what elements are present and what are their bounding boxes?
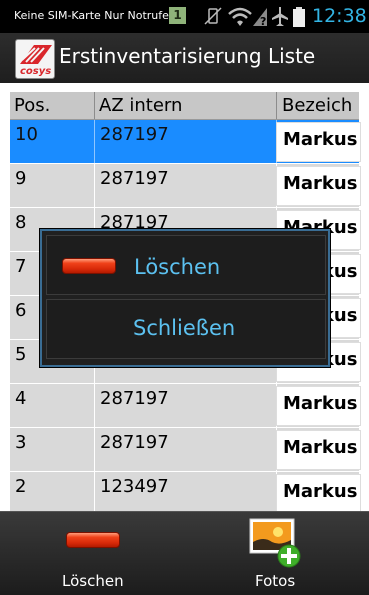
dialog-close-label: Schließen: [133, 316, 236, 340]
table-row[interactable]: 2 123497 Markus: [10, 472, 361, 511]
airplane-mode-icon: [272, 7, 288, 26]
table-row[interactable]: 4 287197 Markus: [10, 384, 361, 428]
column-divider: [94, 164, 95, 207]
cell-pos: 9: [15, 168, 27, 189]
carrier-text: Keine SIM-Karte Nur Notrufe: [14, 9, 169, 22]
vibrate-off-icon: [204, 7, 222, 25]
delete-bar-icon: [66, 532, 120, 548]
cell-pos: 3: [15, 432, 27, 453]
table-row[interactable]: 10 287197 Markus: [10, 120, 361, 164]
cell-az-intern: 287197: [100, 432, 169, 453]
table-row[interactable]: 9 287197 Markus: [10, 164, 361, 208]
clock-text: 12:38: [312, 5, 367, 27]
cell-pos: 5: [15, 344, 27, 365]
app-logo-icon[interactable]: cosys: [15, 39, 55, 79]
column-header-bezeichnung[interactable]: Bezeich: [282, 95, 352, 116]
table-header: Pos. AZ intern Bezeich: [10, 92, 359, 120]
column-divider: [94, 384, 95, 427]
battery-icon: [293, 7, 305, 27]
signal-unknown-icon: ?: [253, 8, 267, 28]
cell-bezeichnung: Markus: [276, 122, 361, 162]
bottom-action-bar: Löschen Fotos: [0, 511, 369, 595]
cell-pos: 8: [15, 212, 27, 233]
delete-button-label: Löschen: [62, 572, 124, 590]
cell-bezeichnung-text: Markus: [283, 393, 358, 414]
svg-text:?: ?: [260, 15, 266, 28]
cell-bezeichnung-text: Markus: [283, 173, 358, 194]
table-row[interactable]: 3 287197 Markus: [10, 428, 361, 472]
dialog-close-item[interactable]: Schließen: [46, 299, 326, 359]
cell-pos: 7: [15, 256, 27, 277]
page-title: Erstinventarisierung Liste: [59, 44, 316, 68]
cell-az-intern: 287197: [100, 388, 169, 409]
cell-az-intern: 123497: [100, 476, 169, 497]
wifi-icon: [228, 7, 252, 26]
dialog-delete-label: Löschen: [134, 255, 221, 279]
svg-text:cosys: cosys: [20, 66, 51, 77]
context-menu-dialog: Löschen Schließen: [40, 229, 330, 367]
dialog-delete-item[interactable]: Löschen: [46, 235, 326, 295]
status-bar: Keine SIM-Karte Nur Notrufe 1 ? 12:38: [0, 0, 369, 33]
cosys-logo: cosys: [20, 45, 52, 77]
column-header-az[interactable]: AZ intern: [99, 95, 182, 116]
cell-az-intern: 287197: [100, 124, 169, 145]
column-divider: [94, 120, 95, 163]
cell-az-intern: 287197: [100, 168, 169, 189]
cell-pos: 2: [15, 476, 27, 497]
cell-bezeichnung: Markus: [276, 474, 361, 511]
cell-bezeichnung-text: Markus: [283, 481, 358, 502]
cell-bezeichnung-text: Markus: [283, 437, 358, 458]
cell-pos: 6: [15, 300, 27, 321]
cell-pos: 10: [15, 124, 38, 145]
cell-pos: 4: [15, 388, 27, 409]
column-divider: [94, 428, 95, 471]
column-divider: [94, 472, 95, 511]
column-header-pos[interactable]: Pos.: [14, 95, 50, 116]
photos-button-label: Fotos: [255, 572, 296, 590]
cell-bezeichnung: Markus: [276, 430, 361, 470]
delete-bar-icon: [62, 258, 116, 274]
sim-badge-icon: 1: [169, 7, 186, 24]
cell-bezeichnung: Markus: [276, 386, 361, 426]
delete-button[interactable]: Löschen: [0, 512, 184, 595]
cell-bezeichnung: Markus: [276, 166, 361, 206]
photos-button[interactable]: Fotos: [185, 512, 369, 595]
photos-add-icon: [249, 518, 301, 568]
cell-bezeichnung-text: Markus: [283, 129, 358, 150]
action-bar: cosys Erstinventarisierung Liste: [0, 33, 369, 84]
